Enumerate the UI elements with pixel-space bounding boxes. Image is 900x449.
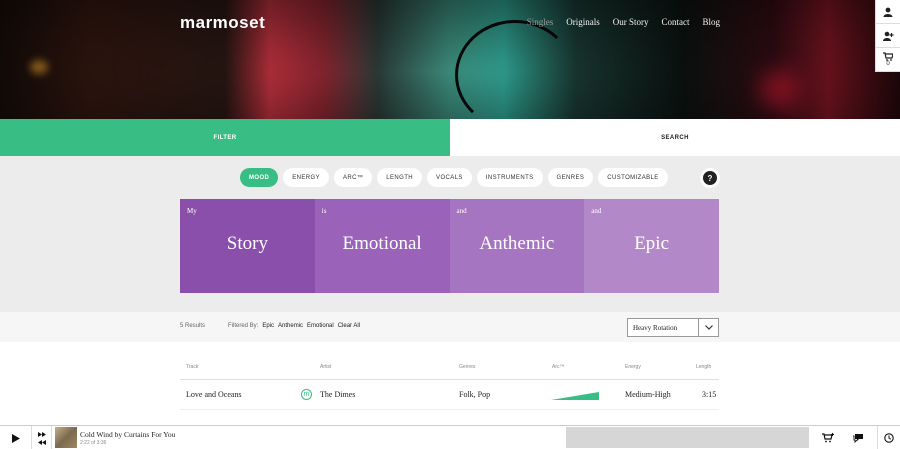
filter-pills: MOOD ENERGY ARC™ LENGTH VOCALS INSTRUMEN… <box>240 168 668 187</box>
mood-tile-epic[interactable]: and Epic <box>584 199 719 293</box>
clock-icon <box>884 433 894 443</box>
results-count: 5 Results <box>180 323 206 329</box>
col-length[interactable]: Length <box>696 364 711 370</box>
col-genres[interactable]: Genres <box>459 364 475 370</box>
pill-energy[interactable]: ENERGY <box>283 168 330 187</box>
pill-vocals[interactable]: VOCALS <box>427 168 472 187</box>
now-playing-title: Cold Wind by Curtains For You <box>80 430 176 439</box>
tile-prefix: and <box>591 207 602 215</box>
arc-graph-icon <box>551 392 599 400</box>
col-artist[interactable]: Artist <box>320 364 331 370</box>
cart-button[interactable]: 0 <box>876 48 900 72</box>
side-toolbar: 0 <box>875 0 900 72</box>
filter-tag-anthemic[interactable]: Anthemic <box>278 323 303 329</box>
add-to-cart-button[interactable] <box>815 426 841 449</box>
results-bar: 5 Results Filtered By: Epic Anthemic Emo… <box>0 312 900 342</box>
mood-sentence: My Story is Emotional and Anthemic and E… <box>180 199 719 293</box>
chevron-down-icon <box>698 319 718 336</box>
filter-tag-emotional[interactable]: Emotional <box>307 323 334 329</box>
clear-all-link[interactable]: Clear All <box>338 323 360 329</box>
sort-value: Heavy Rotation <box>633 323 678 332</box>
track-artist[interactable]: The Dimes <box>320 390 355 399</box>
nav-contact[interactable]: Contact <box>661 17 689 27</box>
album-art <box>55 427 77 448</box>
help-icon[interactable]: ? <box>703 171 717 185</box>
nav-singles[interactable]: Singles <box>527 17 554 27</box>
audio-player: Cold Wind by Curtains For You 2:22 of 3:… <box>0 425 900 449</box>
main-nav: Singles Originals Our Story Contact Blog <box>527 17 720 27</box>
nav-our-story[interactable]: Our Story <box>613 17 649 27</box>
track-energy: Medium-High <box>625 390 671 399</box>
tile-word: Epic <box>634 233 670 254</box>
filter-panel: MOOD ENERGY ARC™ LENGTH VOCALS INSTRUMEN… <box>0 156 900 312</box>
tab-filter[interactable]: FILTER <box>0 119 450 156</box>
mood-tile-emotional[interactable]: is Emotional <box>314 199 450 293</box>
comments-button[interactable] <box>845 426 871 449</box>
nav-blog[interactable]: Blog <box>702 17 720 27</box>
cart-plus-icon <box>822 433 834 443</box>
tile-word: Anthemic <box>479 233 555 254</box>
col-track[interactable]: Track <box>186 364 198 370</box>
skip-controls <box>32 426 52 449</box>
logo[interactable]: marmoset <box>180 13 265 33</box>
pill-length[interactable]: LENGTH <box>377 168 423 187</box>
tab-search[interactable]: SEARCH <box>450 119 900 156</box>
play-icon <box>11 433 20 443</box>
history-button[interactable] <box>877 426 900 449</box>
now-playing-time: 2:22 of 3:36 <box>80 440 107 446</box>
mood-tile-anthemic[interactable]: and Anthemic <box>449 199 585 293</box>
filtered-label: Filtered By: <box>228 323 259 329</box>
tile-prefix: and <box>456 207 467 215</box>
track-title[interactable]: Love and Oceans <box>186 390 242 399</box>
chat-icon <box>853 434 863 443</box>
tile-prefix: My <box>187 207 197 215</box>
cart-icon <box>883 52 893 61</box>
marmoset-badge-icon: m <box>301 389 312 400</box>
pill-mood[interactable]: MOOD <box>240 168 279 187</box>
hero-banner: marmoset Singles Originals Our Story Con… <box>0 0 900 119</box>
pill-instruments[interactable]: INSTRUMENTS <box>476 168 543 187</box>
progress-bar[interactable] <box>566 427 809 448</box>
tile-word: Story <box>226 233 268 254</box>
nav-originals[interactable]: Originals <box>566 17 600 27</box>
active-filters: Filtered By: Epic Anthemic Emotional Cle… <box>228 323 360 329</box>
pill-genres[interactable]: GENRES <box>547 168 594 187</box>
account-button[interactable] <box>876 0 900 24</box>
pill-arc[interactable]: ARC™ <box>334 168 373 187</box>
skip-forward-icon[interactable] <box>37 431 46 437</box>
pill-customizable[interactable]: CUSTOMIZABLE <box>598 168 668 187</box>
track-length: 3:15 <box>702 390 717 399</box>
mood-tile-story[interactable]: My Story <box>180 199 315 293</box>
tile-word: Emotional <box>342 233 422 254</box>
col-arc[interactable]: Arc™ <box>552 364 565 370</box>
sort-select[interactable]: Heavy Rotation <box>627 318 719 337</box>
skip-back-icon[interactable] <box>37 439 46 445</box>
col-energy[interactable]: Energy <box>625 364 641 370</box>
table-header: Track Artist Genres Arc™ Energy Length <box>180 358 719 380</box>
add-user-icon <box>882 31 893 41</box>
filter-tag-epic[interactable]: Epic <box>262 323 274 329</box>
cart-count: 0 <box>886 61 890 67</box>
play-button[interactable] <box>0 426 32 449</box>
track-genres: Folk, Pop <box>459 390 491 399</box>
tile-prefix: is <box>321 207 327 215</box>
mode-tabs: FILTER SEARCH <box>0 119 900 156</box>
add-user-button[interactable] <box>876 24 900 48</box>
table-row[interactable]: Love and Oceans m The Dimes Folk, Pop Me… <box>180 380 719 410</box>
user-icon <box>883 7 893 17</box>
